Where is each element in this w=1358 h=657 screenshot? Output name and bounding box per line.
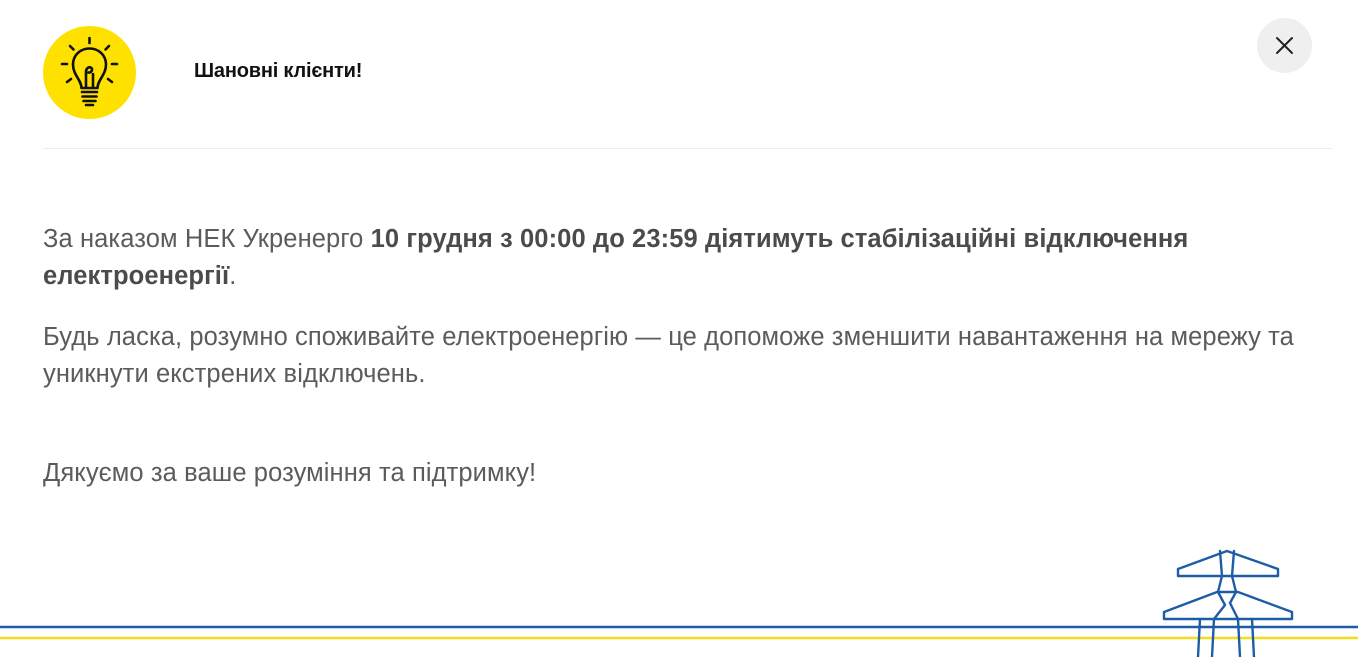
lightbulb-icon bbox=[43, 26, 136, 119]
modal-header: Шановні клієнти! bbox=[43, 25, 1332, 149]
notice-modal: Шановні клієнти! За наказом НЕК Укренерг… bbox=[0, 0, 1358, 657]
advice-paragraph: Будь ласка, розумно споживайте електроен… bbox=[43, 323, 1294, 388]
modal-body: За наказом НЕК Укренерго 10 грудня з 00:… bbox=[43, 221, 1313, 487]
close-icon bbox=[1276, 37, 1293, 54]
modal-title: Шановні клієнти! bbox=[194, 60, 363, 82]
close-button[interactable] bbox=[1257, 18, 1312, 73]
power-line-pylon-icon bbox=[1162, 549, 1294, 657]
notice-text-intro: За наказом НЕК Укренерго bbox=[43, 225, 371, 253]
thanks-paragraph: Дякуємо за ваше розуміння та підтримку! bbox=[43, 459, 537, 487]
notice-paragraph: За наказом НЕК Укренерго 10 грудня з 00:… bbox=[43, 221, 1313, 295]
notice-text-end: . bbox=[229, 262, 237, 290]
